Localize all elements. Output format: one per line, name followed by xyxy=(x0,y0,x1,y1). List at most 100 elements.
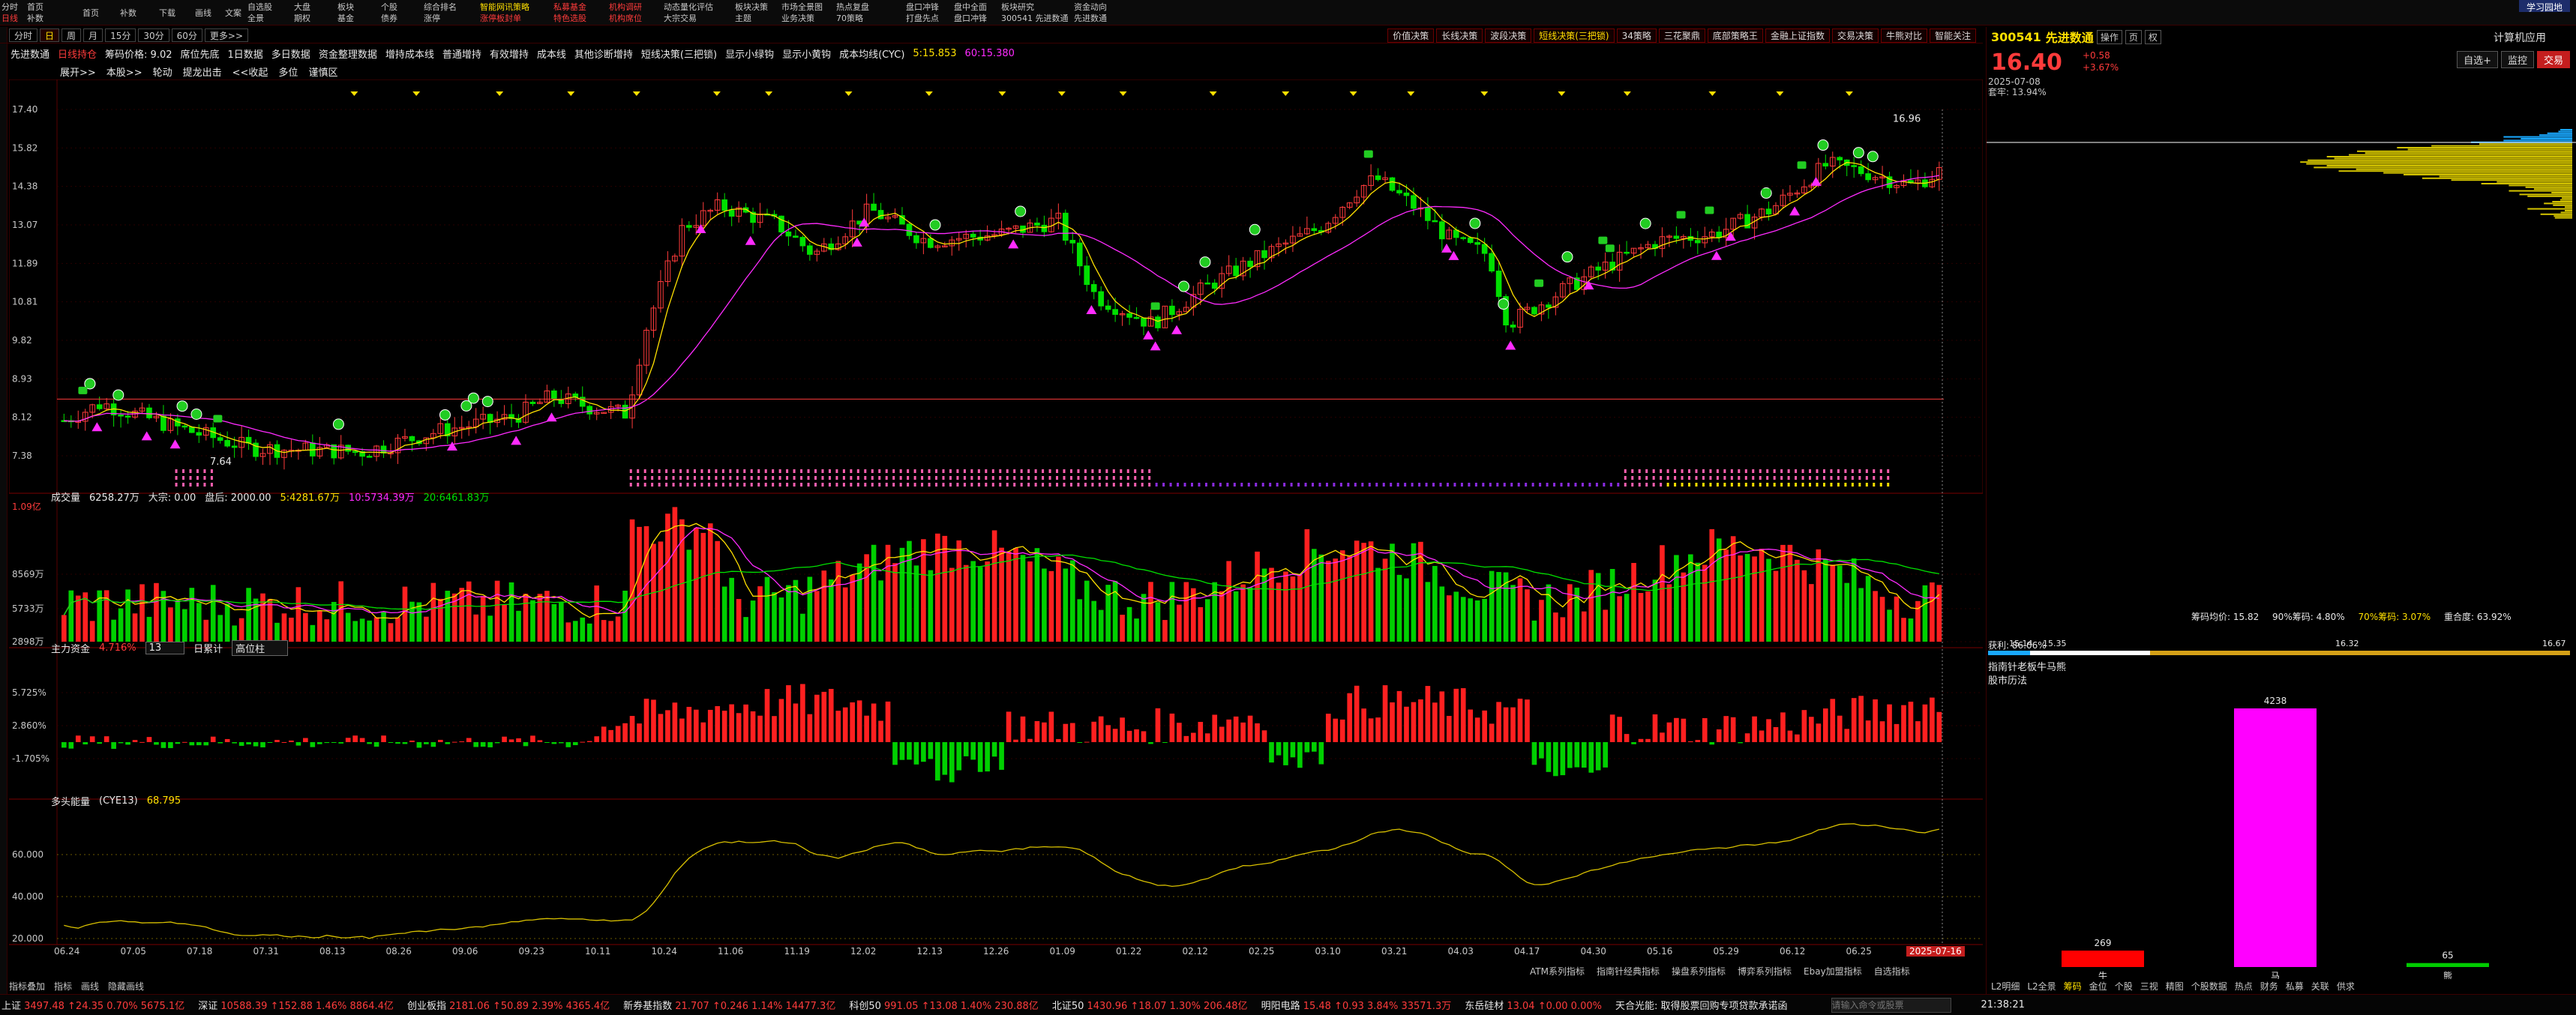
side-tab[interactable]: 个股 xyxy=(2115,980,2133,993)
learning-button[interactable]: 学习园地 xyxy=(2518,0,2570,13)
toggle-item[interactable]: 成本线 xyxy=(537,46,566,61)
index-quote[interactable]: 创业板指 2181.06 ↑50.89 2.39% 4365.4亿 xyxy=(407,998,610,1012)
side-tab[interactable]: 供求 xyxy=(2337,980,2355,993)
tb-item[interactable]: 全景 xyxy=(247,13,289,24)
tb-item[interactable]: 综合排名 xyxy=(424,1,475,13)
side-tab[interactable]: L2明细 xyxy=(1991,980,2020,993)
side-tab[interactable]: 个股数据 xyxy=(2191,980,2227,993)
tb-item[interactable]: 热点复盘 xyxy=(836,1,904,13)
tb-item[interactable]: 业务决策 xyxy=(781,13,834,24)
tb-item[interactable]: 板块决策 xyxy=(735,1,780,13)
industry-label[interactable]: 计算机应用 xyxy=(2494,30,2546,45)
news-ticker[interactable]: 天合光能: 取得股票回购专项贷款承诺函 xyxy=(1615,998,1788,1012)
toolbar-col19[interactable]: 资金动向 先进数通 xyxy=(1074,0,1134,25)
toolbar-col11[interactable]: 机构调研 机构席位 xyxy=(609,0,661,25)
tb-item[interactable]: 机构调研 xyxy=(609,1,661,13)
tb-item[interactable]: 智能网讯策略 xyxy=(480,1,551,13)
side-tab[interactable]: 精图 xyxy=(2166,980,2184,993)
tab-strategy[interactable]: 价值决策 xyxy=(1387,28,1435,43)
tab-strategy[interactable]: 交易决策 xyxy=(1831,28,1879,43)
side-tab[interactable]: 金位 xyxy=(2089,980,2107,993)
side-tab[interactable]: 三视 xyxy=(2140,980,2158,993)
collapse-button[interactable]: <<收起 xyxy=(232,64,268,79)
tb-item[interactable]: 盘中全面 xyxy=(954,1,999,13)
toolbar-col1[interactable]: 分时 日线 xyxy=(1,0,22,25)
fund-mode[interactable]: 日累计 xyxy=(193,641,223,655)
tab-strategy[interactable]: 底部策略王 xyxy=(1707,28,1763,43)
tool-item[interactable]: 隐藏画线 xyxy=(108,980,144,993)
tab-period[interactable]: 分时 xyxy=(9,28,38,42)
tb-item[interactable]: 画线 xyxy=(195,7,225,19)
tab-strategy[interactable]: 智能关注 xyxy=(1929,28,1976,43)
toggle-item[interactable]: 有效增持 xyxy=(490,46,529,61)
tab-period[interactable]: 周 xyxy=(61,28,82,42)
index-quote[interactable]: 东岳硅材 13.04 ↑0.00 0.00% xyxy=(1465,998,1602,1012)
section-sub[interactable]: 股市历法 xyxy=(1988,675,2066,688)
toolbar-col2[interactable]: 首页 补数 xyxy=(27,0,48,25)
indicator-tab[interactable]: ATM系列指标 xyxy=(1530,965,1585,978)
tb-item[interactable]: 特色选股 xyxy=(553,13,606,24)
stock-tag[interactable]: 权 xyxy=(2144,29,2161,44)
tb-item[interactable]: 日线 xyxy=(1,13,22,24)
toggle-item[interactable]: 席位先底 xyxy=(181,46,220,61)
monitor-button[interactable]: 监控 xyxy=(2500,51,2534,68)
tb-item[interactable]: 首页 xyxy=(27,1,48,13)
tool-item[interactable]: 画线 xyxy=(81,980,99,993)
tb-item[interactable]: 分时 xyxy=(1,1,22,13)
tb-item[interactable]: 期权 xyxy=(294,13,331,24)
tab-strategy-active[interactable]: 短线决策(三把锁) xyxy=(1534,28,1615,43)
tab-strategy[interactable]: 金融上证指数 xyxy=(1765,28,1830,43)
tb-item[interactable]: 板块 xyxy=(337,1,375,13)
tb-item[interactable]: 盘口冲锋 xyxy=(906,1,951,13)
tb-item[interactable]: 盘口冲锋 xyxy=(954,13,999,24)
indicator-tab[interactable]: 指南针经典指标 xyxy=(1597,965,1660,978)
tb-item[interactable]: 基金 xyxy=(337,13,375,24)
command-input[interactable] xyxy=(1831,997,1951,1013)
tab-period[interactable]: 月 xyxy=(83,28,103,42)
toggle-item[interactable]: 多日数据 xyxy=(271,46,310,61)
toolbar-col12[interactable]: 动态量化评估 大宗交易 xyxy=(664,0,731,25)
kline-chart-area[interactable]: 17.40 15.82 14.38 13.07 11.89 10.81 9.82 8.93 8.… xyxy=(9,79,1983,958)
tab-period[interactable]: 60分 xyxy=(171,28,202,42)
fund-select[interactable]: 13 xyxy=(145,641,185,654)
toolbar-col17[interactable]: 盘中全面 盘口冲锋 xyxy=(954,0,999,25)
tb-item[interactable]: 个股 xyxy=(381,1,418,13)
toggle-item[interactable]: 显示小绿钩 xyxy=(725,46,774,61)
indicator-tab[interactable]: 自选指标 xyxy=(1874,965,1910,978)
tb-item[interactable]: 补数 xyxy=(27,13,48,24)
tb-item[interactable]: 大宗交易 xyxy=(664,13,731,24)
index-quote[interactable]: 上证 3497.48 ↑24.35 0.70% 5675.1亿 xyxy=(1,998,184,1012)
tab-period[interactable]: 15分 xyxy=(105,28,136,42)
tb-item[interactable]: 先进数通 xyxy=(1074,13,1134,24)
tb-item[interactable]: 资金动向 xyxy=(1074,1,1134,13)
add-watchlist-button[interactable]: 自选+ xyxy=(2457,51,2498,68)
rotation-toggle[interactable]: 轮动 xyxy=(153,64,172,79)
toolbar-col4[interactable]: 自选股 全景 xyxy=(247,0,289,25)
tb-item[interactable]: 涨停板封单 xyxy=(480,13,551,24)
index-quote[interactable]: 深证 10588.39 ↑152.88 1.46% 8864.4亿 xyxy=(198,998,394,1012)
tab-strategy[interactable]: 长线决策 xyxy=(1436,28,1483,43)
toggle-item[interactable]: 资金整理数据 xyxy=(319,46,377,61)
trade-button[interactable]: 交易 xyxy=(2536,51,2570,68)
this-stock-button[interactable]: 本股>> xyxy=(106,64,142,79)
tool-item[interactable]: 指标叠加 xyxy=(9,980,45,993)
toolbar-col3d[interactable]: 画线 xyxy=(195,0,225,25)
toolbar-col10[interactable]: 私募基金 特色选股 xyxy=(553,0,606,25)
toolbar-col7[interactable]: 个股 债券 xyxy=(381,0,418,25)
tab-strategy[interactable]: 波段决策 xyxy=(1485,28,1532,43)
side-tab[interactable]: 筹码 xyxy=(2064,980,2082,993)
tab-strategy[interactable]: 34策略 xyxy=(1616,28,1657,43)
left-side-strip[interactable] xyxy=(0,27,7,994)
toolbar-col5[interactable]: 大盘 期权 xyxy=(294,0,331,25)
toggle-item[interactable]: 普通增持 xyxy=(442,46,481,61)
multi-toggle[interactable]: 多位 xyxy=(278,64,298,79)
tb-item[interactable]: 大盘 xyxy=(294,1,331,13)
tb-item[interactable]: 主题 xyxy=(735,13,780,24)
toolbar-col14[interactable]: 市场全景图 业务决策 xyxy=(781,0,834,25)
fund-style[interactable]: 高位柱 xyxy=(232,639,289,656)
caution-toggle[interactable]: 谨慎区 xyxy=(308,64,337,79)
index-quote[interactable]: 北证50 1430.96 ↑18.07 1.30% 206.48亿 xyxy=(1052,998,1248,1012)
tab-strategy[interactable]: 牛熊对比 xyxy=(1880,28,1927,43)
tb-item[interactable]: 动态量化评估 xyxy=(664,1,731,13)
toolbar-col18[interactable]: 板块研究 300541 先进数通 xyxy=(1001,0,1072,25)
